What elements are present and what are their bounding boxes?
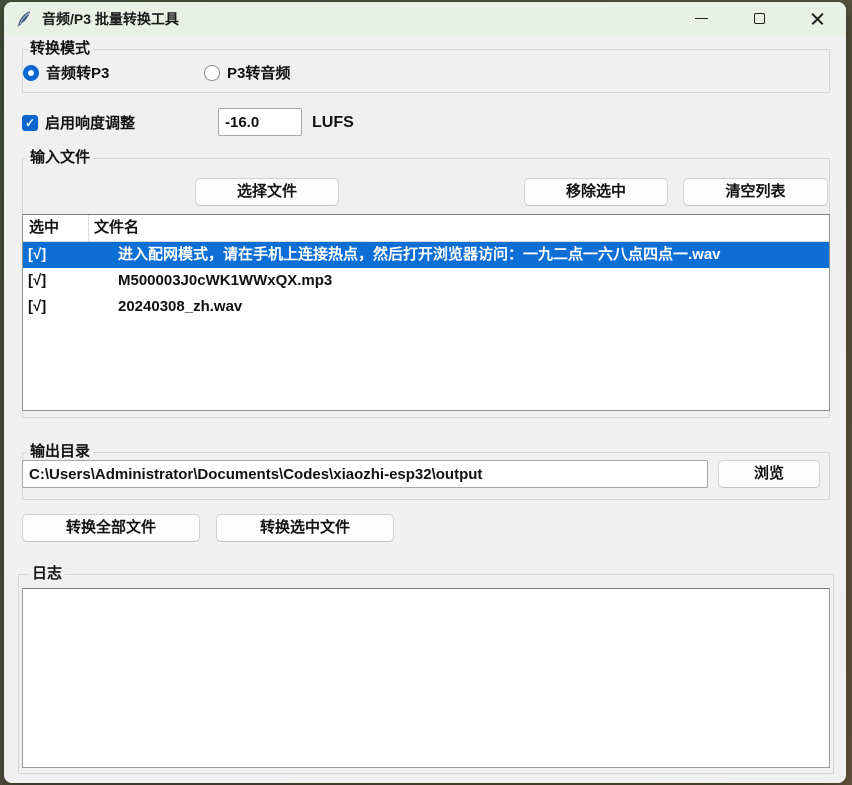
select-files-button[interactable]: 选择文件	[195, 178, 339, 206]
convert-all-button[interactable]: 转换全部文件	[22, 514, 200, 542]
file-table: 选中 文件名 [√] 进入配网模式，请在手机上连接热点，然后打开浏览器访问：一九…	[22, 214, 830, 411]
row-checked-cell: [√]	[23, 294, 89, 320]
log-textarea[interactable]	[22, 588, 830, 768]
remove-selected-button[interactable]: 移除选中	[524, 178, 668, 206]
table-row[interactable]: [√] 20240308_zh.wav	[23, 294, 829, 320]
mode-groupbox: 转换模式	[22, 49, 830, 93]
radio-p3-to-audio-label: P3转音频	[227, 62, 290, 83]
minimize-icon	[695, 18, 708, 19]
radio-audio-to-p3-label: 音频转P3	[46, 62, 109, 83]
output-dir-group-label: 输出目录	[27, 443, 93, 461]
maximize-button[interactable]	[730, 2, 788, 35]
table-row[interactable]: [√] 进入配网模式，请在手机上连接热点，然后打开浏览器访问：一九二点一六八点四…	[23, 242, 829, 268]
window-title: 音频/P3 批量转换工具	[42, 9, 179, 29]
input-files-group-label: 输入文件	[27, 149, 93, 167]
row-filename-cell: 进入配网模式，请在手机上连接热点，然后打开浏览器访问：一九二点一六八点四点一.w…	[89, 242, 829, 268]
lufs-value-input[interactable]	[218, 108, 302, 136]
loudness-checkbox[interactable]: ✓ 启用响度调整	[22, 112, 135, 133]
browse-button[interactable]: 浏览	[718, 460, 820, 488]
column-header-filename[interactable]: 文件名	[89, 215, 829, 241]
file-table-header: 选中 文件名	[23, 215, 829, 242]
clear-list-button[interactable]: 清空列表	[683, 178, 828, 206]
log-group-label: 日志	[29, 565, 65, 583]
column-header-checked[interactable]: 选中	[23, 215, 89, 241]
close-icon	[811, 12, 824, 25]
convert-selected-button[interactable]: 转换选中文件	[216, 514, 394, 542]
row-filename-cell: 20240308_zh.wav	[89, 294, 829, 320]
checkbox-checked-icon: ✓	[22, 115, 38, 131]
radio-selected-icon	[23, 65, 39, 81]
minimize-button[interactable]	[672, 2, 730, 35]
window-controls	[672, 2, 846, 35]
mode-group-label: 转换模式	[27, 40, 93, 58]
output-path-input[interactable]	[22, 460, 708, 488]
app-feather-icon	[15, 10, 33, 28]
radio-unselected-icon	[204, 65, 220, 81]
table-row[interactable]: [√] M500003J0cWK1WWxQX.mp3	[23, 268, 829, 294]
row-filename-cell: M500003J0cWK1WWxQX.mp3	[89, 268, 829, 294]
lufs-unit-label: LUFS	[312, 114, 354, 132]
loudness-checkbox-label: 启用响度调整	[45, 112, 135, 133]
app-window: 音频/P3 批量转换工具 转换模式 音频转P3 P3转音频 ✓ 启用响度调整 L…	[4, 2, 846, 783]
row-checked-cell: [√]	[23, 268, 89, 294]
radio-p3-to-audio[interactable]: P3转音频	[204, 62, 290, 83]
radio-audio-to-p3[interactable]: 音频转P3	[23, 62, 109, 83]
maximize-icon	[754, 13, 765, 24]
close-button[interactable]	[788, 2, 846, 35]
row-checked-cell: [√]	[23, 242, 89, 268]
titlebar: 音频/P3 批量转换工具	[4, 2, 846, 35]
